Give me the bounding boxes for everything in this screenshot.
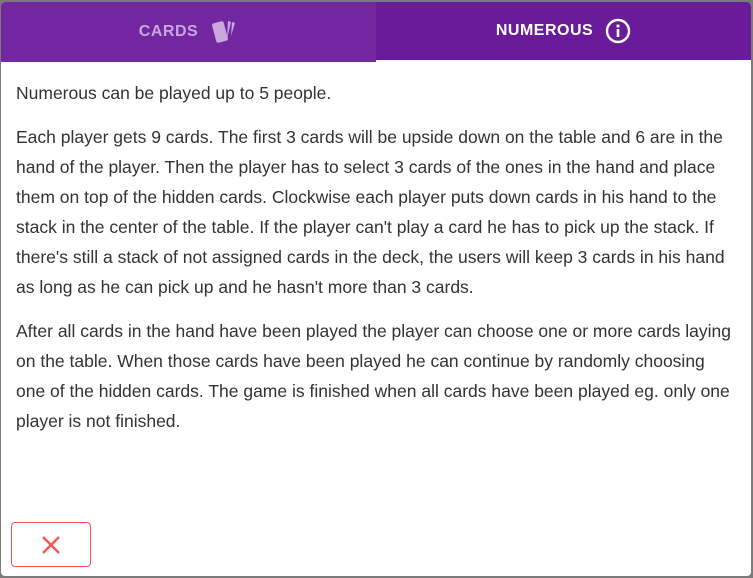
rules-paragraph: Each player gets 9 cards. The first 3 ca… [16,127,725,297]
close-icon [42,535,60,554]
tab-cards-label: CARDS [138,23,199,40]
tab-numerous-label: NUMEROUS [495,22,594,39]
rules-content: Numerous can be played up to 5 people. E… [1,62,751,436]
rules-dialog: CARDS NUMEROUS Numerous can be played up… [1,2,751,576]
close-button[interactable] [11,522,91,567]
rules-paragraph: Numerous can be played up to 5 people. [16,83,332,103]
rules-paragraph: After all cards in the hand have been pl… [16,321,732,431]
tab-bar: CARDS NUMEROUS [1,2,751,62]
tab-numerous[interactable]: NUMEROUS [376,2,751,60]
cards-icon [212,21,236,43]
tab-cards[interactable]: CARDS [1,2,376,62]
info-icon [605,18,631,44]
